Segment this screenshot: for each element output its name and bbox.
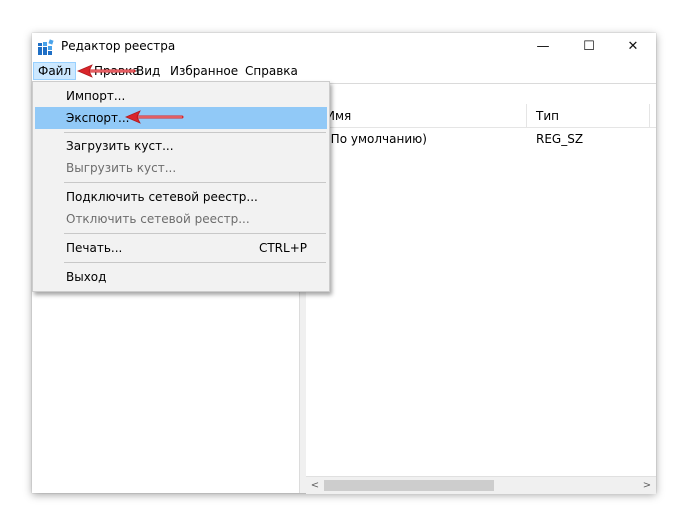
minimize-button[interactable]: —	[520, 33, 566, 60]
menu-item-label: Выгрузить куст...	[66, 161, 177, 175]
minimize-icon: —	[536, 39, 550, 54]
value-type: REG_SZ	[536, 132, 584, 146]
close-icon: ✕	[627, 39, 639, 54]
scrollbar-thumb[interactable]	[324, 480, 494, 491]
scroll-left-icon[interactable]: <	[308, 479, 322, 492]
horizontal-scrollbar[interactable]: < >	[306, 476, 656, 494]
menu-item-disconnect-network-registry: Отключить сетевой реестр...	[35, 208, 327, 230]
menu-item-label: Подключить сетевой реестр...	[66, 190, 258, 204]
file-menu-dropdown: Импорт... Экспорт... Загрузить куст... В…	[32, 81, 330, 292]
menu-item-label: Печать...	[66, 241, 123, 255]
menu-view[interactable]: Вид	[132, 63, 164, 79]
menu-separator	[64, 262, 326, 263]
menu-item-print[interactable]: Печать... CTRL+P	[35, 237, 327, 259]
column-header-type[interactable]: Тип	[536, 109, 559, 123]
value-name: (По умолчанию)	[326, 132, 427, 146]
menu-bar: Файл Правка Вид Избранное Справка	[32, 61, 656, 81]
menu-item-connect-network-registry[interactable]: Подключить сетевой реестр...	[35, 186, 327, 208]
registry-editor-icon	[38, 39, 54, 55]
title-bar: Редактор реестра — ☐ ✕	[32, 33, 656, 60]
menu-item-shortcut: CTRL+P	[258, 241, 307, 255]
window-title: Редактор реестра	[61, 39, 176, 53]
menu-item-label: Отключить сетевой реестр...	[66, 212, 250, 226]
menu-item-label: Импорт...	[66, 89, 126, 103]
list-item[interactable]: (По умолчанию) REG_SZ	[306, 130, 656, 148]
menu-item-label: Экспорт...	[66, 111, 130, 125]
values-list-pane[interactable]: Имя Тип (По умолчанию) REG_SZ	[306, 104, 656, 493]
menu-item-label: Загрузить куст...	[66, 139, 174, 153]
close-button[interactable]: ✕	[610, 33, 656, 60]
menu-separator	[64, 132, 326, 133]
maximize-icon: ☐	[583, 39, 595, 54]
menu-item-unload-hive: Выгрузить куст...	[35, 157, 327, 179]
scroll-right-icon[interactable]: >	[640, 479, 654, 492]
menu-item-exit[interactable]: Выход	[35, 266, 327, 288]
menu-item-import[interactable]: Импорт...	[35, 85, 327, 107]
menu-favorites[interactable]: Избранное	[166, 63, 242, 79]
menu-item-label: Выход	[66, 270, 107, 284]
menu-separator	[64, 182, 326, 183]
column-divider[interactable]	[649, 104, 650, 127]
menu-help[interactable]: Справка	[241, 63, 302, 79]
column-divider[interactable]	[526, 104, 527, 127]
menu-item-export[interactable]: Экспорт...	[35, 107, 327, 129]
menu-item-load-hive[interactable]: Загрузить куст...	[35, 135, 327, 157]
menu-separator	[64, 233, 326, 234]
maximize-button[interactable]: ☐	[566, 33, 612, 60]
list-header: Имя Тип	[306, 104, 656, 128]
menu-file[interactable]: Файл	[33, 62, 77, 80]
